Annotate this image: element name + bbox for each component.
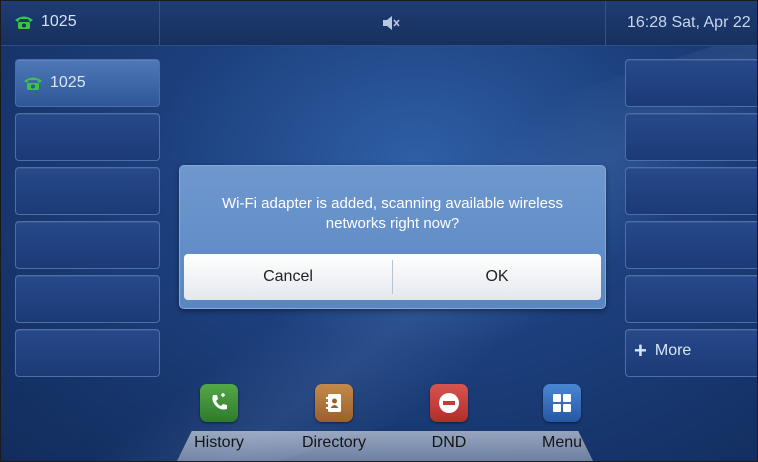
line-key-5[interactable] [15, 275, 160, 323]
dnd-label: DND [431, 434, 467, 451]
menu-label: Menu [541, 434, 583, 451]
menu-icon [543, 384, 581, 422]
dialog-buttons: Cancel OK [184, 254, 601, 300]
line-key-1[interactable]: 1025 [15, 59, 160, 107]
directory-label: Directory [301, 434, 366, 451]
do-not-disturb-icon [439, 393, 459, 413]
more-key[interactable]: + More [625, 329, 757, 377]
plus-icon: + [634, 338, 647, 363]
more-text: More [654, 342, 692, 359]
history-button[interactable]: History [164, 384, 274, 452]
line-key-number: 1025 [50, 74, 86, 91]
ok-button[interactable]: OK [393, 254, 601, 300]
dialog-message: Wi-Fi adapter is added, scanning availab… [221, 195, 563, 232]
divider [159, 1, 160, 45]
line-key-10[interactable] [625, 221, 757, 269]
line-key-4[interactable] [15, 221, 160, 269]
wifi-dialog: Wi-Fi adapter is added, scanning availab… [179, 165, 606, 309]
history-icon [200, 384, 238, 422]
menu-button[interactable]: Menu [507, 384, 617, 452]
account-number: 1025 [41, 13, 77, 30]
line-key-6[interactable] [15, 329, 160, 377]
directory-button[interactable]: Directory [279, 384, 389, 452]
directory-icon [315, 384, 353, 422]
dnd-icon [430, 384, 468, 422]
handset-icon [212, 393, 227, 410]
phone-icon [15, 16, 33, 29]
dnd-button[interactable]: DND [394, 384, 504, 452]
line-key-8[interactable] [625, 113, 757, 161]
more-label: + More [634, 338, 692, 363]
line-key-2[interactable] [15, 113, 160, 161]
account-indicator: 1025 [13, 13, 77, 31]
status-bar: 1025 16:28 Sat, Apr 22 [1, 1, 757, 46]
mute-icon[interactable] [381, 14, 401, 32]
divider [605, 1, 606, 45]
phone-icon [24, 77, 42, 90]
line-key-7[interactable] [625, 59, 757, 107]
phone-screen: 1025 16:28 Sat, Apr 22 1025 + More Wi-Fi… [0, 0, 758, 462]
line-key-9[interactable] [625, 167, 757, 215]
line-key-11[interactable] [625, 275, 757, 323]
grid-icon [553, 394, 571, 412]
date-time: 16:28 Sat, Apr 22 [627, 14, 751, 31]
line-key-label: 1025 [22, 74, 86, 92]
line-key-3[interactable] [15, 167, 160, 215]
cancel-button[interactable]: Cancel [184, 254, 392, 300]
contacts-book-icon [326, 394, 341, 412]
history-label: History [194, 434, 244, 451]
